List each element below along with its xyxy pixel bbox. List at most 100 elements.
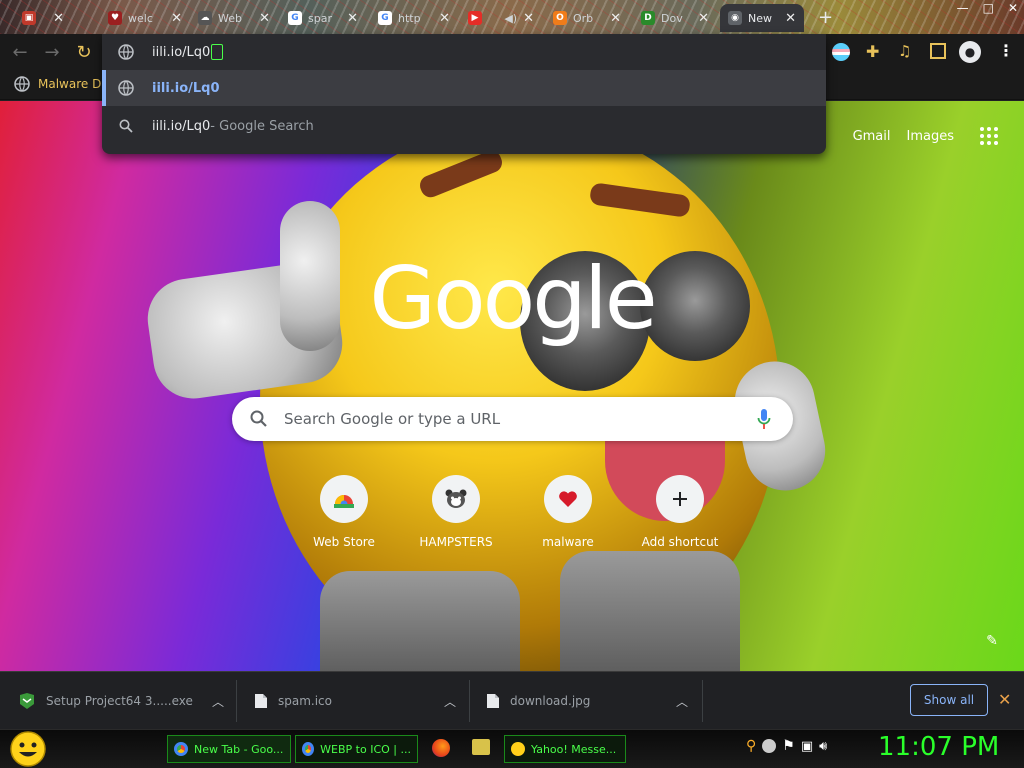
shortcuts-grid: Web Store HAMPSTERS malware Add shortcut [0,475,1024,565]
search-icon [118,118,134,134]
smiley-start-icon [10,731,46,767]
shortcut-tile[interactable]: malware [512,475,624,549]
close-tab-icon[interactable]: ✕ [53,11,64,26]
tab-9-active[interactable]: ◉ New ✕ [720,4,804,32]
app-icon: ♥ [108,11,122,25]
download-item[interactable]: Setup Project64 3.....exe ︿ [18,672,236,730]
menu-kebab-icon[interactable]: ⋮ [998,41,1014,60]
downloads-shelf: Setup Project64 3.....exe ︿ spam.ico ︿ d… [0,671,1024,729]
download-item[interactable]: download.jpg ︿ [486,672,700,730]
close-tab-icon[interactable]: ✕ [439,11,450,26]
app-icon: ▣ [22,11,36,25]
customize-pencil-icon[interactable]: ✎ [982,631,1002,651]
tab-strip: ▣ ✕ ♥ welc ✕ ☁ Web ✕ G spar ✕ G http ✕ ▶… [0,0,1024,34]
reload-button[interactable]: ↻ [72,40,96,64]
tab-8[interactable]: D Dov ✕ [633,4,717,32]
search-placeholder: Search Google or type a URL [284,410,501,428]
show-all-button[interactable]: Show all [910,684,988,716]
app-icon: O [553,11,567,25]
ntp-search-box[interactable]: Search Google or type a URL [232,397,793,441]
app-icon: D [641,11,655,25]
close-window-button[interactable]: ✕ [1008,1,1018,15]
folder-icon[interactable] [472,739,490,755]
tab-1[interactable]: ▣ ✕ [14,4,72,32]
webstore-icon [320,475,368,523]
audio-playing-icon[interactable]: ◀) [504,12,517,25]
yahoo-messenger-icon [511,742,525,756]
tab-3[interactable]: ☁ Web ✕ [190,4,278,32]
globe-icon [14,76,30,92]
address-text: iili.io/Lq0 [152,44,211,60]
omnibox-suggestion-url[interactable]: iili.io/Lq0 [102,70,826,106]
text-cursor-icon [211,44,224,60]
forward-button[interactable]: → [40,40,64,64]
tab-2[interactable]: ♥ welc ✕ [100,4,190,32]
volume-icon[interactable]: 🔊︎ [819,739,827,754]
close-tab-icon[interactable]: ✕ [785,11,796,26]
gmail-link[interactable]: Gmail [853,129,891,144]
hamster-icon [432,475,480,523]
account-avatar-icon[interactable]: ● [959,41,981,63]
taskbar-item[interactable]: Yahoo! Messe... [504,735,626,763]
file-icon [255,694,267,708]
globe-icon [118,44,134,60]
side-panel-icon[interactable] [930,43,946,59]
screen: ▣ ✕ ♥ welc ✕ ☁ Web ✕ G spar ✕ G http ✕ ▶… [0,0,1024,768]
download-item[interactable]: spam.ico ︿ [254,672,468,730]
chrome-icon: ◉ [728,11,742,25]
flag-icon[interactable]: ⚑ [782,738,795,754]
divider [702,680,703,722]
close-tab-icon[interactable]: ✕ [698,11,709,26]
taskbar-item[interactable]: WEBP to ICO | ... [295,735,418,763]
tab-7[interactable]: O Orb ✕ [545,4,629,32]
back-button[interactable]: ← [8,40,32,64]
new-tab-page: Gmail Images Google Search Google or typ… [0,101,1024,671]
google-icon: G [378,11,392,25]
omnibox-suggestion-search[interactable]: iili.io/Lq0 - Google Search [102,108,826,144]
system-tray: ⚲ ⚑ ▣ 🔊︎ [746,738,827,754]
close-tab-icon[interactable]: ✕ [523,11,534,26]
taskbar-item[interactable]: New Tab - Goo... [167,735,291,763]
installer-icon [20,693,34,709]
clock[interactable]: 11:07 PM [878,732,999,762]
start-button[interactable] [8,730,48,768]
chevron-up-icon[interactable]: ︿ [444,693,456,710]
close-tab-icon[interactable]: ✕ [171,11,182,26]
close-tab-icon[interactable]: ✕ [347,11,358,26]
images-link[interactable]: Images [907,129,955,144]
firefox-icon[interactable] [432,739,450,757]
minimize-button[interactable]: — [957,1,969,15]
bookmark-item[interactable]: Malware Da [14,76,109,92]
omnibox-input[interactable]: iili.io/Lq0 [102,34,826,70]
ntp-top-links: Gmail Images [853,127,1024,145]
maximize-button[interactable]: □ [983,1,994,15]
tab-4[interactable]: G spar ✕ [280,4,366,32]
extensions-puzzle-icon[interactable]: ✚ [866,42,879,61]
tab-5[interactable]: G http ✕ [370,4,458,32]
chevron-up-icon[interactable]: ︿ [676,693,688,710]
add-shortcut-tile[interactable]: Add shortcut [624,475,736,549]
chrome-icon [174,742,188,756]
shortcut-tile[interactable]: Web Store [288,475,400,549]
tab-6[interactable]: ▶ ◀) ✕ [460,4,542,32]
chrome-icon [302,742,315,756]
close-tab-icon[interactable]: ✕ [259,11,270,26]
tray-app-icon[interactable] [762,739,777,753]
plus-icon [656,475,704,523]
new-tab-button[interactable]: + [818,7,833,28]
network-icon[interactable]: ▣ [801,739,813,754]
taskbar: New Tab - Goo... WEBP to ICO | ... Yahoo… [0,729,1024,768]
chevron-up-icon[interactable]: ︿ [212,693,224,710]
close-tab-icon[interactable]: ✕ [610,11,621,26]
media-queue-icon[interactable]: ♫ [898,42,911,60]
apps-grid-icon[interactable] [980,127,998,145]
cloud-icon: ☁ [198,11,212,25]
shortcut-tile[interactable]: HAMPSTERS [400,475,512,549]
profile-extension-icon[interactable] [832,43,850,61]
heart-icon [544,475,592,523]
close-downloads-icon[interactable]: ✕ [998,690,1011,709]
search-icon [250,410,267,427]
microphone-icon[interactable] [757,408,771,430]
omnibox-dropdown: iili.io/Lq0 iili.io/Lq0 iili.io/Lq0 - Go… [102,34,826,154]
search-tray-icon[interactable]: ⚲ [746,738,756,754]
